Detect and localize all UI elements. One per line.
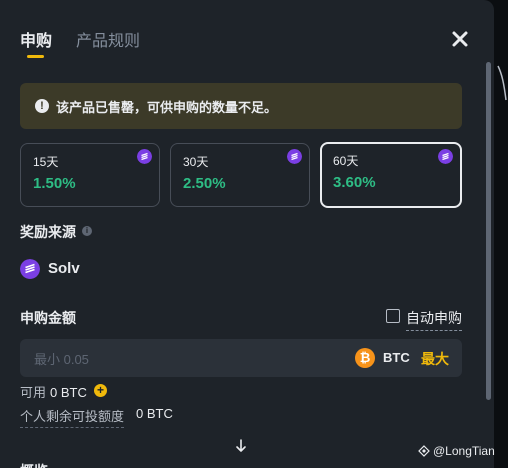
term-option-60d[interactable]: 60天 3.60% (320, 142, 462, 208)
close-icon[interactable] (449, 28, 471, 50)
solv-icon (287, 149, 302, 164)
tab-product-rules[interactable]: 产品规则 (76, 27, 140, 51)
add-funds-icon[interactable]: + (94, 384, 107, 397)
background-edge-decoration (497, 65, 507, 101)
active-tab-indicator (27, 55, 44, 58)
auto-subscribe-label[interactable]: 自动申购 (406, 308, 462, 331)
amount-input[interactable] (32, 339, 336, 379)
quota-label: 个人剩余可投额度 (20, 406, 125, 428)
solv-icon (137, 149, 152, 164)
scrollbar-thumb[interactable] (486, 62, 491, 400)
solv-logo-icon (20, 259, 40, 279)
scrollbar[interactable] (486, 62, 492, 402)
term-apy: 3.60% (333, 174, 376, 191)
term-duration: 60天 (333, 154, 359, 168)
solv-icon (438, 149, 453, 164)
sold-out-alert: ! 该产品已售罄，可供申购的数量不足。 (20, 83, 462, 129)
overview-title: 概览 (20, 461, 48, 468)
term-option-30d[interactable]: 30天 2.50% (170, 143, 310, 207)
alert-message: 该产品已售罄，可供申购的数量不足。 (56, 99, 278, 115)
watermark-logo-icon (418, 445, 430, 457)
alert-circle-icon: ! (35, 99, 49, 113)
btc-icon: ₿ (355, 348, 375, 368)
info-icon[interactable]: i (82, 226, 92, 236)
available-label: 可用 (20, 385, 47, 400)
available-value: 0 BTC (50, 385, 87, 400)
quota-value: 0 BTC (136, 406, 173, 421)
term-duration: 15天 (33, 155, 59, 169)
amount-title: 申购金额 (20, 310, 76, 326)
auto-subscribe-checkbox[interactable] (386, 309, 400, 323)
term-option-15d[interactable]: 15天 1.50% (20, 143, 160, 207)
reward-source-name: Solv (48, 260, 80, 277)
available-balance: 可用 0 BTC (20, 382, 87, 401)
asset-symbol: BTC (383, 350, 410, 365)
watermark: @LongTian (418, 444, 495, 458)
amount-field: ₿ BTC 最大 (20, 339, 462, 379)
reward-source-title: 奖励来源 (20, 224, 76, 240)
max-button[interactable]: 最大 (421, 349, 449, 369)
arrow-down-icon (236, 439, 246, 452)
tab-subscribe[interactable]: 申购 (20, 27, 52, 51)
term-apy: 2.50% (183, 175, 226, 192)
watermark-text: @LongTian (433, 444, 495, 458)
term-duration: 30天 (183, 155, 209, 169)
term-apy: 1.50% (33, 175, 76, 192)
subscribe-modal: 申购 产品规则 ! 该产品已售罄，可供申购的数量不足。 15天 1.50% 30… (0, 0, 494, 468)
